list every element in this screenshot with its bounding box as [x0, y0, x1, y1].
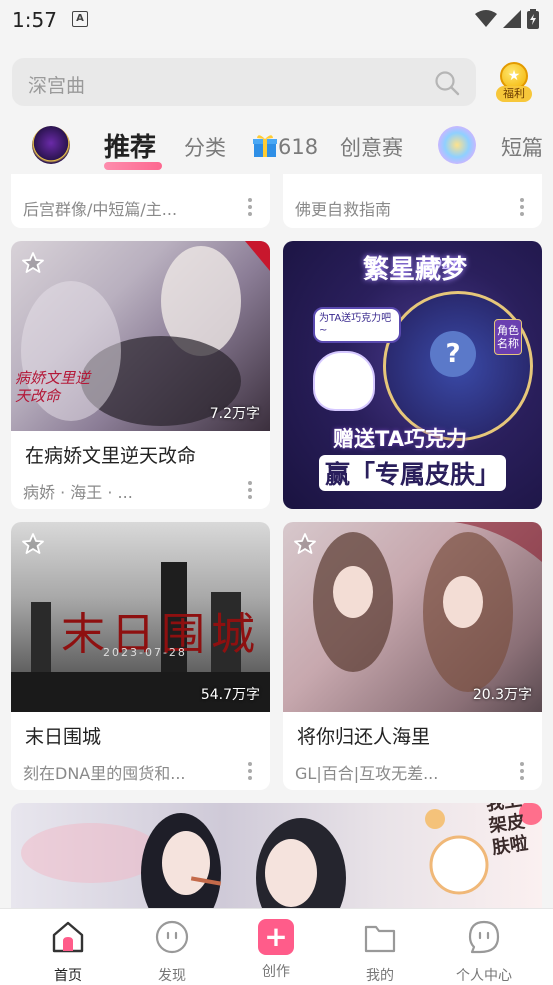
- tab-avatar-icon[interactable]: [32, 126, 70, 164]
- banner-art: [21, 803, 542, 913]
- word-count: 54.7万字: [200, 687, 260, 703]
- book-cover[interactable]: 病娇文里逆天改命 7.2万字: [11, 241, 270, 431]
- tab-recommend[interactable]: 推荐: [104, 127, 162, 170]
- ad-bubble: 为TA送巧克力吧~: [313, 307, 401, 343]
- nav-label: 创作: [262, 964, 290, 980]
- book-subtitle: 刻在DNA里的囤货和...: [23, 764, 186, 783]
- nav-label: 首页: [54, 968, 82, 984]
- book-card-partial-right[interactable]: 佛更自救指南: [283, 174, 542, 228]
- create-plus-icon: +: [258, 919, 294, 955]
- nav-label: 我的: [366, 968, 394, 984]
- ad-line2: 赢「专属皮肤」: [319, 455, 507, 491]
- word-count: 20.3万字: [472, 687, 532, 703]
- tab-creative-contest[interactable]: 创意赛: [340, 132, 403, 162]
- favorite-star-icon[interactable]: [21, 251, 45, 275]
- system-icons: [475, 9, 539, 29]
- ad-role-label: 角色名称: [494, 319, 522, 355]
- gift-icon: [253, 135, 277, 157]
- nav-discover[interactable]: 发现: [122, 919, 222, 985]
- tab-short-story[interactable]: 短篇: [501, 132, 543, 162]
- ad-line1: 赠送TA巧克力: [333, 427, 467, 451]
- welfare-label: 福利: [496, 86, 532, 102]
- book-card[interactable]: 病娇文里逆天改命 7.2万字 在病娇文里逆天改命 病娇 · 海王 · ...: [11, 241, 270, 509]
- tab-category[interactable]: 分类: [184, 132, 226, 162]
- book-subtitle: 佛更自救指南: [295, 200, 392, 219]
- more-options-icon[interactable]: [248, 481, 252, 502]
- book-title: 在病娇文里逆天改命: [25, 445, 197, 467]
- book-title: 将你归还人海里: [297, 726, 431, 748]
- tab-label: 618: [278, 135, 319, 159]
- search-bar[interactable]: 深宫曲: [12, 58, 476, 106]
- book-card-partial-left[interactable]: 后宫群像/中短篇/主...: [11, 174, 270, 228]
- discover-icon: [155, 920, 189, 954]
- book-subtitle: GL|百合|互攻无差...: [295, 764, 439, 783]
- bottom-navigation: 首页 发现 + 创作 我的 个人中心: [0, 908, 553, 985]
- nav-mine[interactable]: 我的: [330, 919, 430, 985]
- banner-badge-text: 我上架皮肤啦: [485, 803, 530, 859]
- avatar-placeholder: ?: [430, 331, 476, 377]
- book-cover[interactable]: 末日围城 2023-07-28 54.7万字: [11, 522, 270, 712]
- nav-create[interactable]: + 创作: [226, 919, 326, 981]
- word-count: 7.2万字: [209, 406, 260, 422]
- category-tabs: 推荐 分类 618 创意赛 短篇: [0, 118, 553, 174]
- notification-icon: A: [72, 11, 88, 27]
- more-options-icon[interactable]: [248, 762, 252, 783]
- more-options-icon[interactable]: [520, 198, 524, 219]
- book-card[interactable]: 20.3万字 将你归还人海里 GL|百合|互攻无差...: [283, 522, 542, 790]
- cover-date: 2023-07-28: [103, 646, 187, 659]
- favorite-star-icon[interactable]: [293, 532, 317, 556]
- book-subtitle: 病娇 · 海王 · ...: [23, 483, 133, 502]
- tab-label: 推荐: [104, 133, 157, 163]
- search-placeholder: 深宫曲: [28, 75, 86, 97]
- nav-label: 发现: [158, 968, 186, 984]
- book-cover[interactable]: 20.3万字: [283, 522, 542, 712]
- profile-icon: [468, 920, 500, 954]
- feature-banner[interactable]: 我上架皮肤啦: [11, 803, 542, 913]
- tab-618[interactable]: 618: [252, 132, 318, 159]
- tab-event-icon[interactable]: [438, 126, 476, 164]
- book-card[interactable]: 末日围城 2023-07-28 54.7万字 末日围城 刻在DNA里的囤货和..…: [11, 522, 270, 790]
- search-icon[interactable]: [434, 70, 460, 96]
- book-title: 末日围城: [25, 726, 102, 748]
- home-icon: [52, 921, 84, 953]
- cover-title-text: 病娇文里逆天改命: [15, 369, 91, 405]
- nav-label: 个人中心: [456, 968, 512, 984]
- favorite-star-icon[interactable]: [21, 532, 45, 556]
- active-tab-indicator: [104, 162, 162, 170]
- more-options-icon[interactable]: [248, 198, 252, 219]
- status-time: 1:57: [12, 8, 57, 32]
- battery-icon: [527, 9, 539, 29]
- ad-headline: 繁星藏梦: [363, 255, 468, 285]
- book-subtitle: 后宫群像/中短篇/主...: [23, 200, 178, 219]
- mascot-cat: [315, 353, 373, 409]
- welfare-button[interactable]: ★ 福利: [496, 60, 532, 102]
- promo-ad-card[interactable]: 2025 繁星藏梦 ? 角色名称 为TA送巧克力吧~ 赠送TA巧克力 赢「专属皮…: [283, 241, 542, 509]
- more-options-icon[interactable]: [520, 762, 524, 783]
- nav-profile[interactable]: 个人中心: [434, 919, 534, 985]
- signal-icon: [503, 10, 521, 28]
- folder-icon: [364, 925, 396, 953]
- status-bar: 1:57 A: [0, 0, 553, 40]
- wifi-icon: [475, 10, 497, 27]
- nav-home[interactable]: 首页: [18, 919, 118, 985]
